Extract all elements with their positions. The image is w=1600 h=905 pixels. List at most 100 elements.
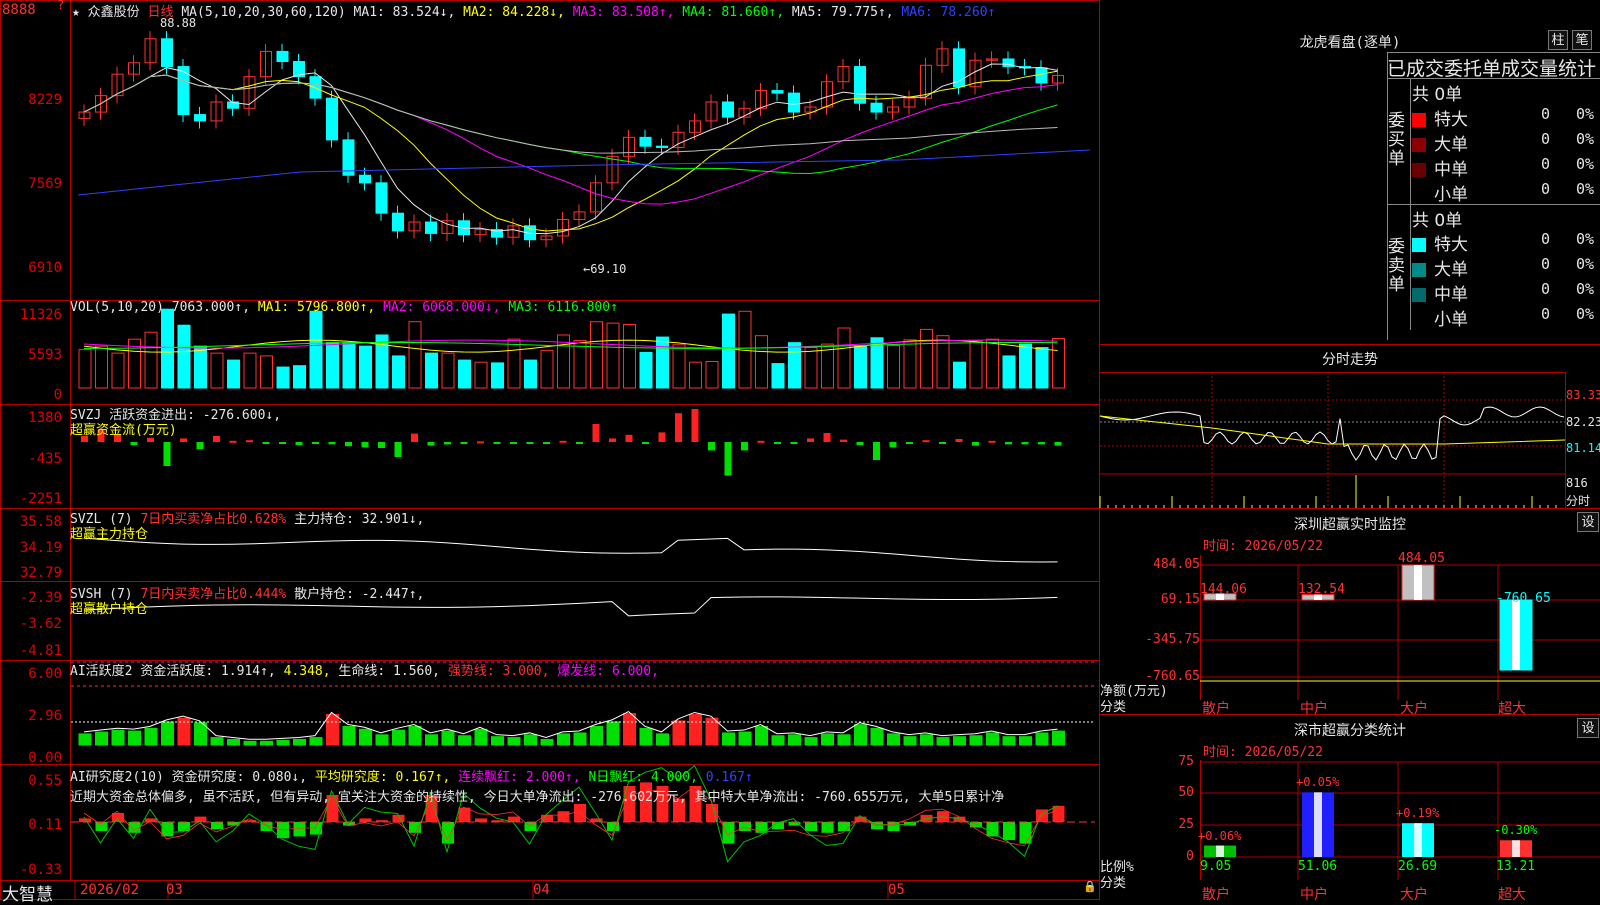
buy-row-pct: 0% xyxy=(1576,130,1595,148)
svzj-axis-1: 1380 xyxy=(28,410,62,426)
candle-body xyxy=(276,50,289,63)
volume-bar xyxy=(788,342,801,389)
volume-bar xyxy=(177,324,191,389)
sell-row: 特大 xyxy=(1412,230,1468,255)
fund-flow-bar xyxy=(196,442,204,450)
svzl-axis-1: 35.58 xyxy=(19,514,62,530)
fund-flow-bar xyxy=(609,438,616,442)
svzl-axis-3: 32.79 xyxy=(19,565,62,581)
tab-tick-button[interactable]: 笔 xyxy=(1572,30,1592,50)
buy-row-pct: 0% xyxy=(1576,105,1595,123)
volume-bar xyxy=(194,345,207,389)
ai-res-comment: 近期大资金总体偏多, 虽不活跃, 但有异动, 宜关注大资金的持续性, 今日大单净… xyxy=(70,790,1005,805)
buy-color-icon xyxy=(1412,163,1426,177)
fund-flow-bar xyxy=(757,440,765,443)
buy-row: 特大 xyxy=(1412,105,1468,130)
research-bar xyxy=(838,822,850,831)
sz-class-bar-shine xyxy=(1512,840,1520,857)
research-bar xyxy=(211,822,223,830)
activity-bar xyxy=(507,737,521,746)
svzj-axis-3: -2251 xyxy=(19,491,62,507)
svzj-axis-2: -435 xyxy=(28,451,62,467)
svzj-sub: 超赢资金流(万元) xyxy=(70,423,177,438)
research-bar xyxy=(887,822,900,831)
volume-bar xyxy=(623,324,636,389)
fund-flow-bar xyxy=(427,442,435,446)
activity-bar xyxy=(788,734,801,746)
vol-item-1: 7063.000↑, xyxy=(171,300,251,315)
longhu-header: 已成交委托单成交量统计 xyxy=(1387,58,1597,80)
sell-row-name: 特大 xyxy=(1434,235,1468,255)
chart-canvas[interactable] xyxy=(0,0,1600,900)
fund-flow-bar xyxy=(559,440,567,443)
buy-row-name: 中单 xyxy=(1434,160,1468,180)
sz-class-value-label: 13.21 xyxy=(1496,859,1536,874)
sz-class-settings[interactable]: 设 xyxy=(1577,718,1599,738)
fund-flow-bar xyxy=(180,438,187,442)
lock-icon[interactable]: 🔒 xyxy=(1083,880,1097,893)
sz-class-axis-1: 75 xyxy=(1178,754,1194,769)
fund-flow-bar xyxy=(510,442,517,444)
volume-bar xyxy=(722,313,735,389)
volume-bar xyxy=(111,352,125,389)
tab-bar-button[interactable]: 柱 xyxy=(1548,30,1568,50)
stock-name: 众鑫股份 xyxy=(87,5,140,20)
fund-flow-bar xyxy=(411,433,418,442)
svsh-text2: 散户持仓: -2.447↑, xyxy=(294,587,425,602)
buy-color-icon xyxy=(1412,113,1426,127)
activity-bar xyxy=(260,740,273,746)
activity-bar xyxy=(936,737,950,746)
activity-bar xyxy=(722,732,735,746)
fund-flow-bar xyxy=(229,440,237,443)
svsh-axis-1: -2.39 xyxy=(19,590,62,606)
fund-flow-bar xyxy=(906,442,913,444)
sell-row: 中单 xyxy=(1412,280,1468,305)
sz-class-value-label: 9.05 xyxy=(1200,859,1232,874)
fund-flow-bar xyxy=(444,442,451,445)
activity-bar xyxy=(606,721,620,746)
fenshi-axis-5: 分时 xyxy=(1566,494,1591,508)
buy-row: 中单 xyxy=(1412,155,1468,180)
sz-class-bar-shine xyxy=(1414,823,1422,857)
ai-act-item-3: 生命线: 1.560, xyxy=(330,664,441,679)
sz-monitor-time: 时间: 2026/05/22 xyxy=(1203,539,1323,554)
stock-title: ★ 众鑫股份 日线 MA(5,10,20,30,60,120) MA1: 83.… xyxy=(72,1,995,20)
activity-bar xyxy=(771,735,785,746)
ma-item-5: MA5: 79.775↑, xyxy=(784,5,894,20)
fenshi-axis-1: 83.33 xyxy=(1566,388,1600,402)
fund-flow-bar xyxy=(147,437,154,442)
sz-monitor-cat-label: 散户 xyxy=(1202,701,1230,717)
candle-body xyxy=(870,102,883,113)
svsh-axis-2: -3.62 xyxy=(19,616,62,632)
sz-class-axis-4: 0 xyxy=(1186,849,1194,864)
star-icon[interactable]: ★ xyxy=(72,5,80,20)
activity-bar xyxy=(1002,736,1016,746)
volume-bar xyxy=(78,349,92,389)
fenshi-axis-2: 82.23 xyxy=(1566,415,1600,429)
price-axis-top: 8888 xyxy=(2,2,36,18)
activity-bar xyxy=(1019,736,1032,746)
ma5-line xyxy=(83,74,1058,154)
buy-row-count: 0 xyxy=(1541,180,1551,198)
ai-res-axis-3: -0.33 xyxy=(19,862,62,878)
volume-bar xyxy=(144,331,158,389)
fund-flow-bar xyxy=(840,439,847,442)
fund-flow-bar xyxy=(394,442,402,457)
volume-bar xyxy=(705,360,719,389)
sell-color-icon xyxy=(1412,238,1426,252)
activity-bar xyxy=(870,727,884,746)
activity-bar xyxy=(276,739,290,746)
sz-monitor-axis-2: 69.15 xyxy=(1160,592,1200,607)
date-label-2: 03 xyxy=(166,882,183,898)
volume-bar xyxy=(408,321,422,389)
candle-body xyxy=(771,90,784,94)
ai-act-label: AI活跃度2 xyxy=(70,664,133,679)
fund-flow-bar xyxy=(1038,442,1045,445)
buy-row-name: 特大 xyxy=(1434,110,1468,130)
candle-body xyxy=(161,38,173,68)
sz-monitor-settings[interactable]: 设 xyxy=(1577,512,1599,532)
activity-bar xyxy=(359,728,372,746)
activity-bar xyxy=(1052,730,1065,746)
price-axis-2: 8229 xyxy=(28,92,62,108)
fund-flow-bar xyxy=(642,442,649,444)
